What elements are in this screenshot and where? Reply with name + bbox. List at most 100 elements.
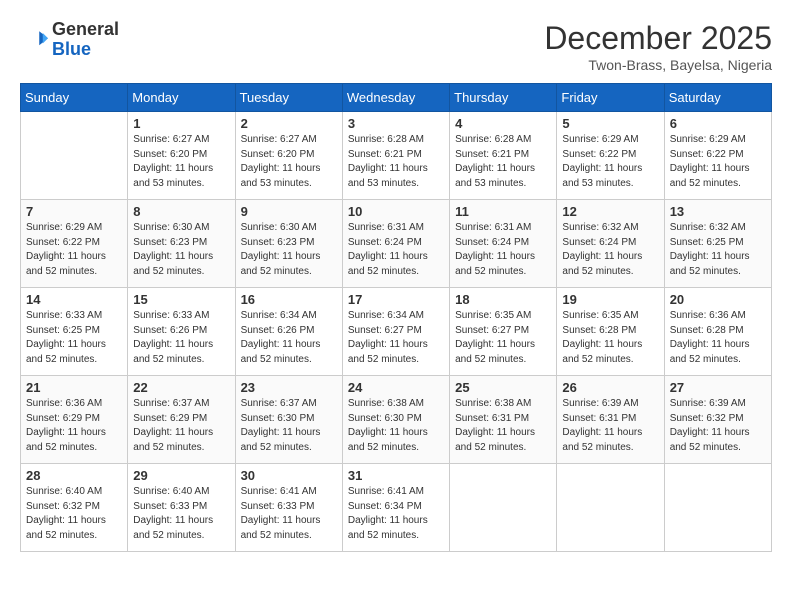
day-number: 4 bbox=[455, 116, 551, 131]
day-number: 1 bbox=[133, 116, 229, 131]
calendar-cell: 1 Sunrise: 6:27 AM Sunset: 6:20 PM Daylig… bbox=[128, 112, 235, 200]
weekday-header-saturday: Saturday bbox=[664, 84, 771, 112]
day-number: 2 bbox=[241, 116, 337, 131]
day-number: 9 bbox=[241, 204, 337, 219]
calendar-cell: 14 Sunrise: 6:33 AM Sunset: 6:25 PM Dayli… bbox=[21, 288, 128, 376]
day-info: Sunrise: 6:38 AM Sunset: 6:30 PM Dayligh… bbox=[348, 397, 444, 455]
day-info: Sunrise: 6:40 AM Sunset: 6:33 PM Dayligh… bbox=[133, 485, 229, 543]
logo-general: General bbox=[52, 19, 119, 39]
day-info: Sunrise: 6:41 AM Sunset: 6:34 PM Dayligh… bbox=[348, 485, 444, 543]
calendar-cell: 5 Sunrise: 6:29 AM Sunset: 6:22 PM Daylig… bbox=[557, 112, 664, 200]
page-header: General Blue December 2025 Twon-Brass, B… bbox=[20, 20, 772, 73]
calendar-cell: 25 Sunrise: 6:38 AM Sunset: 6:31 PM Dayli… bbox=[450, 376, 557, 464]
logo-blue: Blue bbox=[52, 39, 91, 59]
calendar-cell: 19Sunrise: 6:35 AM Sunset: 6:28 PM Dayli… bbox=[557, 288, 664, 376]
calendar-cell: 28Sunrise: 6:40 AM Sunset: 6:32 PM Dayli… bbox=[21, 464, 128, 552]
day-info: Sunrise: 6:37 AM Sunset: 6:30 PM Dayligh… bbox=[241, 397, 337, 455]
day-info: Sunrise: 6:31 AM Sunset: 6:24 PM Dayligh… bbox=[348, 221, 444, 279]
day-number: 12 bbox=[562, 204, 658, 219]
weekday-header-sunday: Sunday bbox=[21, 84, 128, 112]
day-number: 18 bbox=[455, 292, 551, 307]
calendar-cell: 16 Sunrise: 6:34 AM Sunset: 6:26 PM Dayli… bbox=[235, 288, 342, 376]
calendar-cell: 22 Sunrise: 6:37 AM Sunset: 6:29 PM Dayli… bbox=[128, 376, 235, 464]
calendar-week-1: 1 Sunrise: 6:27 AM Sunset: 6:20 PM Daylig… bbox=[21, 112, 772, 200]
calendar-cell: 23 Sunrise: 6:37 AM Sunset: 6:30 PM Dayli… bbox=[235, 376, 342, 464]
day-info: Sunrise: 6:34 AM Sunset: 6:26 PM Dayligh… bbox=[241, 309, 337, 367]
day-info: Sunrise: 6:29 AM Sunset: 6:22 PM Dayligh… bbox=[670, 133, 766, 191]
day-number: 11 bbox=[455, 204, 551, 219]
day-number: 13 bbox=[670, 204, 766, 219]
day-number: 15 bbox=[133, 292, 229, 307]
day-info: Sunrise: 6:35 AM Sunset: 6:28 PM Dayligh… bbox=[562, 309, 658, 367]
logo: General Blue bbox=[20, 20, 119, 60]
calendar-cell: 21Sunrise: 6:36 AM Sunset: 6:29 PM Dayli… bbox=[21, 376, 128, 464]
calendar-week-3: 14 Sunrise: 6:33 AM Sunset: 6:25 PM Dayli… bbox=[21, 288, 772, 376]
calendar-cell: 7 Sunrise: 6:29 AM Sunset: 6:22 PM Daylig… bbox=[21, 200, 128, 288]
calendar-cell: 11 Sunrise: 6:31 AM Sunset: 6:24 PM Dayli… bbox=[450, 200, 557, 288]
calendar-cell: 20 Sunrise: 6:36 AM Sunset: 6:28 PM Dayli… bbox=[664, 288, 771, 376]
day-number: 5 bbox=[562, 116, 658, 131]
calendar-cell: 29Sunrise: 6:40 AM Sunset: 6:33 PM Dayli… bbox=[128, 464, 235, 552]
day-number: 23 bbox=[241, 380, 337, 395]
day-number: 3 bbox=[348, 116, 444, 131]
day-info: Sunrise: 6:34 AM Sunset: 6:27 PM Dayligh… bbox=[348, 309, 444, 367]
day-number: 10 bbox=[348, 204, 444, 219]
weekday-header-row: SundayMondayTuesdayWednesdayThursdayFrid… bbox=[21, 84, 772, 112]
calendar-cell: 24 Sunrise: 6:38 AM Sunset: 6:30 PM Dayli… bbox=[342, 376, 449, 464]
day-number: 7 bbox=[26, 204, 122, 219]
day-number: 22 bbox=[133, 380, 229, 395]
weekday-header-wednesday: Wednesday bbox=[342, 84, 449, 112]
calendar-cell: 27Sunrise: 6:39 AM Sunset: 6:32 PM Dayli… bbox=[664, 376, 771, 464]
day-info: Sunrise: 6:33 AM Sunset: 6:25 PM Dayligh… bbox=[26, 309, 122, 367]
location: Twon-Brass, Bayelsa, Nigeria bbox=[544, 57, 772, 73]
day-number: 20 bbox=[670, 292, 766, 307]
calendar-week-2: 7 Sunrise: 6:29 AM Sunset: 6:22 PM Daylig… bbox=[21, 200, 772, 288]
day-info: Sunrise: 6:38 AM Sunset: 6:31 PM Dayligh… bbox=[455, 397, 551, 455]
calendar-cell: 26 Sunrise: 6:39 AM Sunset: 6:31 PM Dayli… bbox=[557, 376, 664, 464]
weekday-header-tuesday: Tuesday bbox=[235, 84, 342, 112]
day-info: Sunrise: 6:39 AM Sunset: 6:32 PM Dayligh… bbox=[670, 397, 766, 455]
calendar-cell: 8 Sunrise: 6:30 AM Sunset: 6:23 PM Daylig… bbox=[128, 200, 235, 288]
day-info: Sunrise: 6:27 AM Sunset: 6:20 PM Dayligh… bbox=[241, 133, 337, 191]
calendar-cell bbox=[450, 464, 557, 552]
calendar-cell: 15Sunrise: 6:33 AM Sunset: 6:26 PM Dayli… bbox=[128, 288, 235, 376]
day-info: Sunrise: 6:35 AM Sunset: 6:27 PM Dayligh… bbox=[455, 309, 551, 367]
day-info: Sunrise: 6:27 AM Sunset: 6:20 PM Dayligh… bbox=[133, 133, 229, 191]
day-info: Sunrise: 6:32 AM Sunset: 6:25 PM Dayligh… bbox=[670, 221, 766, 279]
calendar-cell: 12Sunrise: 6:32 AM Sunset: 6:24 PM Dayli… bbox=[557, 200, 664, 288]
calendar-cell: 9 Sunrise: 6:30 AM Sunset: 6:23 PM Daylig… bbox=[235, 200, 342, 288]
day-info: Sunrise: 6:40 AM Sunset: 6:32 PM Dayligh… bbox=[26, 485, 122, 543]
day-number: 8 bbox=[133, 204, 229, 219]
day-info: Sunrise: 6:39 AM Sunset: 6:31 PM Dayligh… bbox=[562, 397, 658, 455]
day-number: 6 bbox=[670, 116, 766, 131]
day-info: Sunrise: 6:29 AM Sunset: 6:22 PM Dayligh… bbox=[26, 221, 122, 279]
day-info: Sunrise: 6:36 AM Sunset: 6:28 PM Dayligh… bbox=[670, 309, 766, 367]
day-number: 24 bbox=[348, 380, 444, 395]
calendar-cell: 30Sunrise: 6:41 AM Sunset: 6:33 PM Dayli… bbox=[235, 464, 342, 552]
day-number: 25 bbox=[455, 380, 551, 395]
day-info: Sunrise: 6:37 AM Sunset: 6:29 PM Dayligh… bbox=[133, 397, 229, 455]
calendar-cell: 3 Sunrise: 6:28 AM Sunset: 6:21 PM Daylig… bbox=[342, 112, 449, 200]
weekday-header-thursday: Thursday bbox=[450, 84, 557, 112]
day-info: Sunrise: 6:29 AM Sunset: 6:22 PM Dayligh… bbox=[562, 133, 658, 191]
day-number: 14 bbox=[26, 292, 122, 307]
day-info: Sunrise: 6:30 AM Sunset: 6:23 PM Dayligh… bbox=[241, 221, 337, 279]
calendar-cell: 17 Sunrise: 6:34 AM Sunset: 6:27 PM Dayli… bbox=[342, 288, 449, 376]
logo-icon bbox=[20, 26, 48, 54]
calendar-cell bbox=[21, 112, 128, 200]
weekday-header-monday: Monday bbox=[128, 84, 235, 112]
day-number: 26 bbox=[562, 380, 658, 395]
day-number: 30 bbox=[241, 468, 337, 483]
day-number: 17 bbox=[348, 292, 444, 307]
day-info: Sunrise: 6:28 AM Sunset: 6:21 PM Dayligh… bbox=[348, 133, 444, 191]
day-info: Sunrise: 6:31 AM Sunset: 6:24 PM Dayligh… bbox=[455, 221, 551, 279]
calendar-cell: 13 Sunrise: 6:32 AM Sunset: 6:25 PM Dayli… bbox=[664, 200, 771, 288]
day-info: Sunrise: 6:30 AM Sunset: 6:23 PM Dayligh… bbox=[133, 221, 229, 279]
calendar-table: SundayMondayTuesdayWednesdayThursdayFrid… bbox=[20, 83, 772, 552]
calendar-cell: 6 Sunrise: 6:29 AM Sunset: 6:22 PM Daylig… bbox=[664, 112, 771, 200]
calendar-cell bbox=[664, 464, 771, 552]
calendar-cell: 4Sunrise: 6:28 AM Sunset: 6:21 PM Daylig… bbox=[450, 112, 557, 200]
calendar-cell bbox=[557, 464, 664, 552]
day-number: 16 bbox=[241, 292, 337, 307]
calendar-cell: 31Sunrise: 6:41 AM Sunset: 6:34 PM Dayli… bbox=[342, 464, 449, 552]
